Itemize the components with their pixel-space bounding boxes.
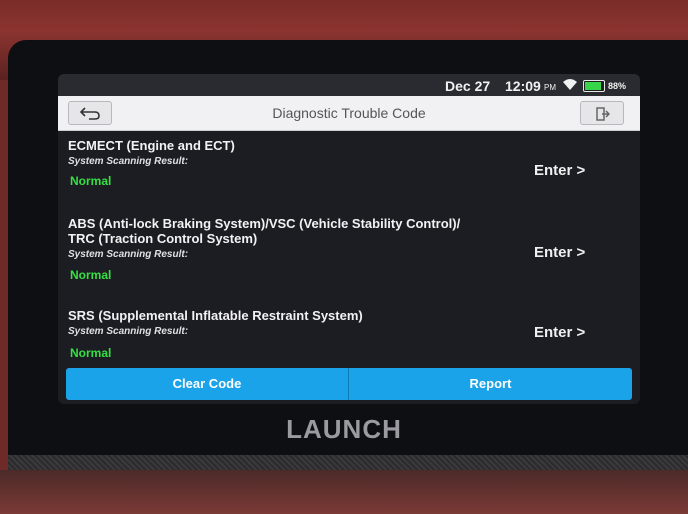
system-name: ECMECT (Engine and ECT) [68, 138, 235, 153]
battery-icon [583, 80, 605, 92]
report-button[interactable]: Report [349, 368, 632, 400]
title-bar: Diagnostic Trouble Code [58, 96, 640, 131]
enter-button[interactable]: Enter > [534, 244, 585, 261]
status-ampm: PM [544, 83, 556, 92]
system-result-label: System Scanning Result: [68, 156, 189, 167]
list-item[interactable]: SRS (Supplemental Inflatable Restraint S… [58, 302, 640, 368]
clear-code-button[interactable]: Clear Code [66, 368, 349, 400]
system-status: Normal [70, 346, 112, 360]
system-name: ABS (Anti-lock Braking System)/VSC (Vehi… [68, 216, 461, 231]
device-screen: Dec 27 12:09 PM 88% Diagnostic Trouble C… [58, 74, 640, 404]
status-date: Dec 27 [445, 78, 491, 94]
brand-logo: LAUNCH [286, 414, 402, 444]
system-result-label: System Scanning Result: [68, 326, 189, 337]
system-list: ECMECT (Engine and ECT) System Scanning … [58, 132, 640, 368]
system-result-label: System Scanning Result: [68, 249, 189, 260]
battery-fill [585, 82, 601, 90]
battery-percent: 88% [608, 81, 627, 91]
car-dashboard-bottom [0, 470, 688, 514]
back-button[interactable] [68, 101, 112, 125]
page-title: Diagnostic Trouble Code [272, 105, 426, 121]
list-item[interactable]: ECMECT (Engine and ECT) System Scanning … [58, 132, 640, 198]
enter-button[interactable]: Enter > [534, 162, 585, 179]
list-item[interactable]: ABS (Anti-lock Braking System)/VSC (Vehi… [58, 210, 640, 292]
action-bar: Clear Code Report [66, 368, 632, 400]
exit-icon [594, 105, 611, 122]
status-bar: Dec 27 12:09 PM 88% [58, 74, 640, 96]
enter-button[interactable]: Enter > [534, 324, 585, 341]
system-status: Normal [70, 268, 112, 282]
exit-button[interactable] [580, 101, 624, 125]
back-arrow-icon [79, 104, 101, 121]
system-name-line2: TRC (Traction Control System) [68, 231, 258, 246]
wifi-icon [562, 77, 578, 94]
system-name: SRS (Supplemental Inflatable Restraint S… [68, 308, 363, 323]
status-time: 12:09 [505, 78, 541, 94]
system-status: Normal [70, 174, 112, 188]
